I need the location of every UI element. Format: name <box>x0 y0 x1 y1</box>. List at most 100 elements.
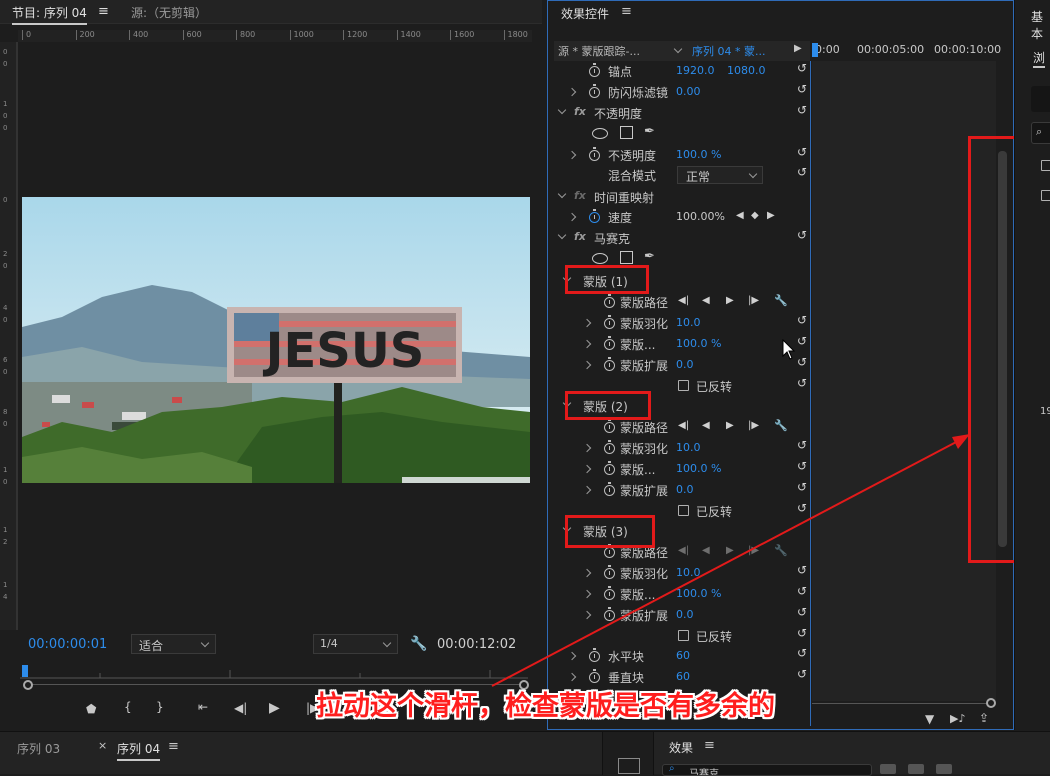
chevron-right-icon[interactable] <box>567 672 577 682</box>
stopwatch-icon[interactable] <box>604 419 615 433</box>
current-timecode[interactable]: 00:00:00:01 <box>28 637 107 652</box>
chevron-right-icon[interactable] <box>582 339 592 349</box>
inverted-checkbox[interactable] <box>678 505 689 516</box>
stopwatch-icon[interactable] <box>604 607 615 621</box>
chevron-down-icon[interactable] <box>557 105 567 115</box>
wrench-icon[interactable]: 🔧 <box>774 294 788 307</box>
ec-playhead[interactable] <box>812 43 818 57</box>
sequence-label[interactable]: 序列 04 * 蒙... <box>692 43 765 59</box>
reset-icon[interactable]: ↺ <box>797 438 807 452</box>
play-only-icon[interactable]: ▶ <box>794 43 802 54</box>
loop-audio-icon[interactable]: ▶♪ <box>950 712 965 725</box>
ec-timeline-ruler[interactable]: 0:00 00:00:05:00 00:00:10:00 <box>812 41 1012 61</box>
32bit-effects-icon[interactable] <box>908 764 924 774</box>
wrench-icon[interactable]: 🔧 <box>774 419 788 432</box>
reset-icon[interactable]: ↺ <box>797 646 807 660</box>
panel-menu-icon[interactable]: ≡ <box>621 4 632 19</box>
reset-icon[interactable]: ↺ <box>797 61 807 75</box>
checkbox[interactable] <box>1041 190 1050 201</box>
export-icon[interactable]: ⇪ <box>979 711 989 725</box>
blend-mode-select[interactable]: 正常 <box>677 166 763 184</box>
chevron-right-icon[interactable] <box>582 443 592 453</box>
row-opacity-group[interactable]: fx 不透明度 ↺ <box>556 103 807 123</box>
stopwatch-icon[interactable] <box>604 461 615 475</box>
chevron-down-icon[interactable] <box>673 44 683 54</box>
track-back-frame-icon[interactable]: ◀ <box>702 420 710 431</box>
chevron-right-icon[interactable] <box>582 360 592 370</box>
close-icon[interactable]: × <box>98 739 107 752</box>
row-mosaic[interactable]: fx 马赛克 ↺ <box>556 228 807 248</box>
chevron-down-icon[interactable] <box>557 189 567 199</box>
track-forward-icon[interactable]: |▶ <box>748 420 759 431</box>
stopwatch-icon[interactable] <box>604 565 615 579</box>
track-forward-icon[interactable]: |▶ <box>748 545 759 556</box>
checkbox[interactable] <box>1041 160 1050 171</box>
reset-icon[interactable]: ↺ <box>797 667 807 681</box>
pen-icon[interactable]: ✒ <box>644 124 655 139</box>
reset-icon[interactable]: ↺ <box>797 165 807 179</box>
panel-menu-icon[interactable]: ≡ <box>704 738 715 753</box>
tab-sequence-04[interactable]: 序列 04 <box>117 740 161 761</box>
chevron-right-icon[interactable] <box>567 150 577 160</box>
ec-scroll-handle[interactable] <box>986 698 996 708</box>
rectangle-mask-icon[interactable] <box>620 251 633 264</box>
reset-icon[interactable]: ↺ <box>797 334 807 348</box>
stopwatch-icon[interactable] <box>604 544 615 558</box>
chevron-down-icon[interactable] <box>557 230 567 240</box>
stopwatch-icon[interactable] <box>604 315 615 329</box>
reset-icon[interactable]: ↺ <box>797 501 807 515</box>
row-time-remap[interactable]: fx 时间重映射 <box>556 187 806 207</box>
add-marker-icon[interactable]: ⬟ <box>86 702 96 716</box>
prev-keyframe-icon[interactable]: ◀ <box>736 210 744 221</box>
chevron-right-icon[interactable] <box>582 318 592 328</box>
reset-icon[interactable]: ↺ <box>797 376 807 390</box>
add-keyframe-icon[interactable]: ◆ <box>751 210 759 221</box>
wrench-icon[interactable]: 🔧 <box>410 636 427 652</box>
track-forward-frame-icon[interactable]: ▶ <box>726 545 734 556</box>
tab-browse[interactable]: 浏 <box>1033 49 1046 68</box>
time-ruler[interactable] <box>20 665 528 679</box>
stopwatch-icon[interactable] <box>589 209 600 223</box>
reset-icon[interactable]: ↺ <box>797 228 807 242</box>
track-forward-icon[interactable]: |▶ <box>748 295 759 306</box>
track-forward-frame-icon[interactable]: ▶ <box>726 420 734 431</box>
chevron-right-icon[interactable] <box>582 485 592 495</box>
accelerated-effects-icon[interactable] <box>880 764 896 774</box>
mark-out-icon[interactable]: } <box>156 700 164 714</box>
reset-icon[interactable]: ↺ <box>797 313 807 327</box>
zoom-select[interactable]: 适合 <box>131 634 216 654</box>
grid-tool-icon[interactable] <box>618 758 640 774</box>
resolution-select[interactable]: 1/4 <box>313 634 398 654</box>
chevron-right-icon[interactable] <box>582 589 592 599</box>
stopwatch-icon[interactable] <box>604 482 615 496</box>
tab-program[interactable]: 节目: 序列 04 <box>12 4 87 25</box>
stopwatch-icon[interactable] <box>604 440 615 454</box>
search-input[interactable]: ⌕ <box>1031 122 1050 144</box>
reset-icon[interactable]: ↺ <box>797 480 807 494</box>
stopwatch-icon[interactable] <box>604 586 615 600</box>
playhead[interactable] <box>22 665 28 677</box>
chevron-right-icon[interactable] <box>567 651 577 661</box>
stopwatch-icon[interactable] <box>589 84 600 98</box>
inverted-checkbox[interactable] <box>678 380 689 391</box>
wrench-icon[interactable]: 🔧 <box>774 544 788 557</box>
stopwatch-icon[interactable] <box>589 147 600 161</box>
reset-icon[interactable]: ↺ <box>797 145 807 159</box>
reset-icon[interactable]: ↺ <box>797 459 807 473</box>
track-backward-icon[interactable]: ◀| <box>678 545 689 556</box>
stopwatch-icon[interactable] <box>589 669 600 683</box>
reset-icon[interactable]: ↺ <box>797 82 807 96</box>
stopwatch-icon[interactable] <box>604 357 615 371</box>
effects-search-input[interactable]: ⌕ 马赛克 <box>662 764 872 776</box>
stopwatch-icon[interactable] <box>604 336 615 350</box>
stopwatch-icon[interactable] <box>604 294 615 308</box>
chevron-right-icon[interactable] <box>567 212 577 222</box>
track-back-frame-icon[interactable]: ◀ <box>702 295 710 306</box>
panel-menu-icon[interactable]: ≡ <box>168 739 179 754</box>
stopwatch-icon[interactable] <box>589 63 600 77</box>
fx-icon[interactable]: fx <box>574 105 586 118</box>
fx-icon[interactable]: fx <box>574 230 586 243</box>
chevron-right-icon[interactable] <box>567 87 577 97</box>
video-preview[interactable]: JESUS <box>22 197 530 483</box>
yuv-effects-icon[interactable] <box>936 764 952 774</box>
